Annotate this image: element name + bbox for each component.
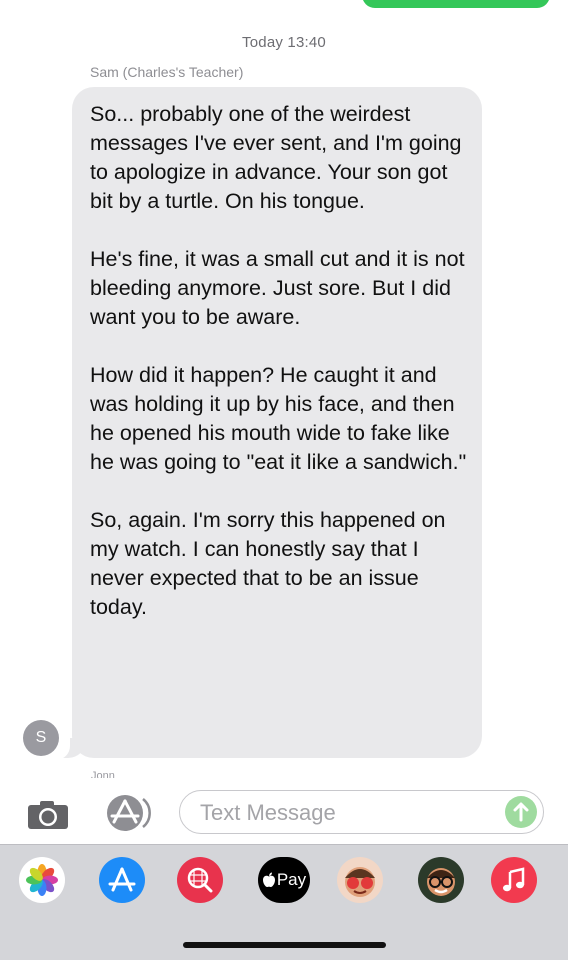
apple-pay-label: Pay — [276, 870, 307, 889]
received-message-bubble[interactable]: So... probably one of the weirdest messa… — [72, 87, 482, 758]
avatar[interactable]: S — [23, 720, 59, 756]
home-indicator[interactable] — [183, 942, 386, 948]
message-input-field[interactable] — [179, 790, 544, 834]
message-paragraph: How did it happen? He caught it and was … — [90, 363, 467, 474]
animoji-icon[interactable] — [337, 857, 383, 903]
music-icon[interactable] — [491, 857, 537, 903]
camera-icon[interactable] — [26, 800, 70, 830]
memoji-icon[interactable] — [418, 857, 464, 903]
message-timestamp: Today 13:40 — [242, 34, 326, 51]
compose-bar — [0, 782, 568, 844]
message-paragraph: So, again. I'm sorry this happened on my… — [90, 508, 446, 619]
message-input[interactable] — [198, 799, 492, 827]
message-paragraph: He's fine, it was a small cut and it is … — [90, 247, 465, 329]
next-sender-name-partial: Jonn — [91, 770, 115, 778]
sender-name: Sam (Charles's Teacher) — [90, 64, 244, 80]
send-button[interactable] — [505, 796, 537, 828]
app-store-button[interactable] — [101, 794, 153, 832]
app-store-icon[interactable] — [99, 857, 145, 903]
apple-logo-icon — [262, 872, 275, 888]
message-paragraph: So... probably one of the weirdest messa… — [90, 102, 462, 213]
previous-sent-message-bubble[interactable] — [362, 0, 550, 8]
web-images-icon[interactable] — [177, 857, 223, 903]
arrow-up-icon — [513, 802, 529, 822]
apple-pay-icon[interactable]: Pay — [258, 857, 310, 903]
photos-icon[interactable] — [19, 857, 65, 903]
